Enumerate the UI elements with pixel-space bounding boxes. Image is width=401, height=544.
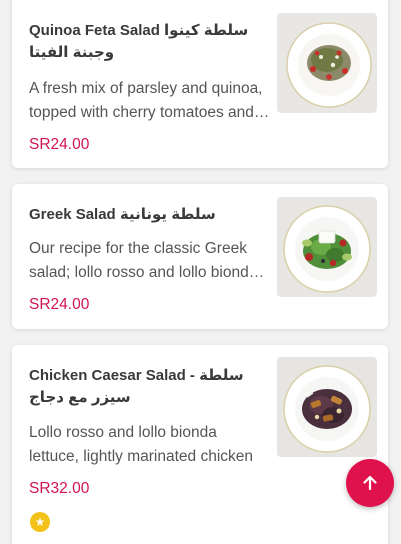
menu-item-price: SR24.00 — [29, 296, 90, 313]
menu-item-title: Greek Salad سلطة يونانية — [29, 206, 216, 223]
menu-item-description: A fresh mix of parsley and quinoa, toppe… — [29, 80, 263, 121]
menu-item-image — [277, 13, 377, 113]
menu-item-title: Quinoa Feta Salad سلطة كينوا وجبنة الفيت… — [29, 22, 249, 61]
menu-item-price: SR24.00 — [29, 136, 90, 153]
menu-item-card-greek-salad[interactable]: Greek Salad سلطة يونانية Our recipe for … — [12, 184, 388, 329]
star-icon: ★ — [30, 512, 50, 532]
greek-salad-plate-icon — [277, 197, 377, 297]
caesar-salad-plate-icon — [277, 357, 377, 457]
arrow-up-icon — [363, 475, 377, 491]
menu-item-card-quinoa-feta-salad[interactable]: Quinoa Feta Salad سلطة كينوا وجبنة الفيت… — [12, 0, 388, 168]
scroll-to-top-button[interactable] — [346, 459, 394, 507]
menu-item-title: Chicken Caesar Salad - سلطة سيزر مع دجاج — [29, 367, 244, 406]
menu-item-image — [277, 357, 377, 457]
menu-item-image — [277, 197, 377, 297]
menu-item-description: Our recipe for the classic Greek salad; … — [29, 240, 258, 281]
menu-item-price: SR32.00 — [29, 480, 90, 497]
menu-item-description: Lollo rosso and lollo bionda lettuce, li… — [29, 424, 254, 465]
menu-page: Quinoa Feta Salad سلطة كينوا وجبنة الفيت… — [0, 0, 401, 544]
quinoa-salad-plate-icon — [277, 13, 377, 113]
menu-item-card-chicken-caesar-salad[interactable]: Chicken Caesar Salad - سلطة سيزر مع دجاج… — [12, 345, 388, 544]
